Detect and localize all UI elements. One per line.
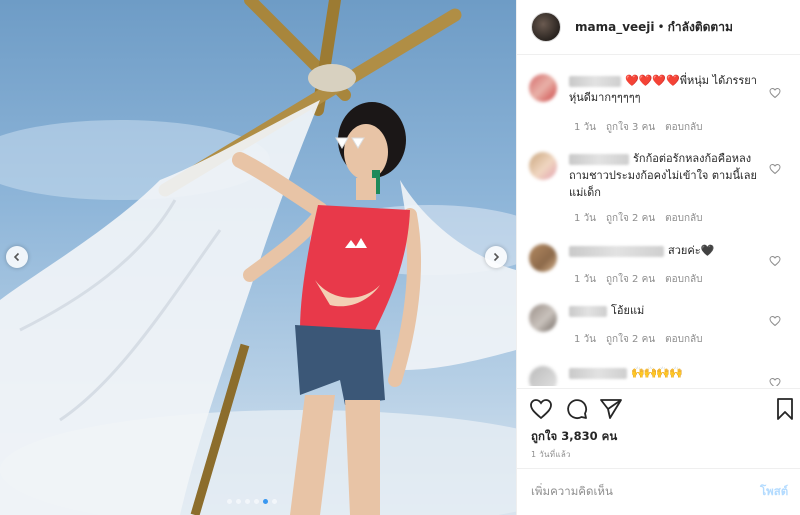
comment-meta: 1 วัน ถูกใจ 3 คน ตอบกลับ <box>574 120 703 135</box>
commenter-name-blurred[interactable] <box>569 153 629 165</box>
heart-icon <box>769 163 781 175</box>
share-button[interactable] <box>599 397 623 421</box>
comment-text-block: ❤️❤️❤️❤️พี่หนุ่ม ได้ภรรยา หุ่นดีมากๆๆๆๆๆ <box>569 72 765 106</box>
comment-meta: 1 วัน ถูกใจ 2 คน ตอบกลับ <box>574 272 703 287</box>
comment-text-block: 🙌🙌🙌🙌 <box>569 364 765 381</box>
heart-icon <box>769 255 781 267</box>
comment-like-button[interactable] <box>769 374 781 386</box>
comment-text: สวยค่ะ🖤 <box>668 244 715 257</box>
heart-icon <box>530 399 552 420</box>
comment-reply-button[interactable]: ตอบกลับ <box>665 332 702 347</box>
carousel-dot <box>272 499 277 504</box>
carousel-dot <box>263 499 268 504</box>
add-comment-input[interactable]: เพิ่มความคิดเห็น <box>531 483 613 501</box>
commenter-avatar[interactable] <box>529 366 557 386</box>
comment-like-button[interactable] <box>769 160 781 175</box>
commenter-avatar[interactable] <box>529 74 557 102</box>
heart-icon <box>769 377 781 386</box>
comment-time[interactable]: 1 วัน <box>574 211 596 226</box>
comment-like-button[interactable] <box>769 252 781 267</box>
comment-likes[interactable]: ถูกใจ 2 คน <box>606 332 655 347</box>
comment-likes[interactable]: ถูกใจ 2 คน <box>606 272 655 287</box>
comment-reply-button[interactable]: ตอบกลับ <box>665 211 702 226</box>
bookmark-icon <box>777 398 793 420</box>
header-separator: • <box>657 20 665 34</box>
username-link[interactable]: mama_veeji <box>575 20 655 34</box>
post-photo[interactable] <box>0 0 516 515</box>
post-actions-bar <box>517 388 800 429</box>
comment-text: โอ้ยแม่ <box>611 304 645 317</box>
comment-likes[interactable]: ถูกใจ 3 คน <box>606 120 655 135</box>
comment-like-button[interactable] <box>769 312 781 327</box>
comment-meta: 1 วัน ถูกใจ 2 คน ตอบกลับ <box>574 332 703 347</box>
chevron-left-icon <box>13 252 20 262</box>
like-count[interactable]: ถูกใจ 3,830 คน <box>531 428 617 446</box>
carousel-dot <box>227 499 232 504</box>
comment-text-block: สวยค่ะ🖤 <box>569 242 765 259</box>
heart-icon <box>769 315 781 327</box>
instagram-post: mama_veeji • กำลังติดตาม ❤️❤️❤️❤️พี่หนุ่… <box>0 0 800 515</box>
commenter-name-blurred[interactable] <box>569 305 607 317</box>
comment-time[interactable]: 1 วัน <box>574 272 596 287</box>
carousel-indicator <box>227 499 277 504</box>
commenter-name-blurred[interactable] <box>569 245 664 257</box>
commenter-avatar[interactable] <box>529 304 557 332</box>
comment-text: 🙌🙌🙌🙌 <box>631 366 683 379</box>
commenter-name-blurred[interactable] <box>569 75 621 87</box>
comment-text-block: รักก้อต่อรักหลงก้อคือหลงถามชาวประมงก้อคง… <box>569 150 765 201</box>
comment-button[interactable] <box>565 397 589 421</box>
avatar[interactable] <box>531 12 561 42</box>
comment-meta: 1 วัน ถูกใจ 2 คน ตอบกลับ <box>574 211 703 226</box>
carousel-dot <box>236 499 241 504</box>
comment-time[interactable]: 1 วัน <box>574 120 596 135</box>
carousel-dot <box>245 499 250 504</box>
post-header: mama_veeji • กำลังติดตาม <box>517 0 800 55</box>
comment-text-block: โอ้ยแม่ <box>569 302 765 319</box>
comment-icon <box>567 399 588 420</box>
save-button[interactable] <box>773 397 797 421</box>
paper-plane-icon <box>600 399 622 419</box>
comment-time[interactable]: 1 วัน <box>574 332 596 347</box>
chevron-right-icon <box>493 252 500 262</box>
carousel-dot <box>254 499 259 504</box>
follow-status-button[interactable]: กำลังติดตาม <box>668 18 733 37</box>
comment-likes[interactable]: ถูกใจ 2 คน <box>606 211 655 226</box>
post-timestamp[interactable]: 1 วันที่แล้ว <box>531 448 571 461</box>
photo-scene <box>0 0 516 515</box>
carousel-prev-button[interactable] <box>6 246 28 268</box>
carousel-next-button[interactable] <box>485 246 507 268</box>
comment-list[interactable]: ❤️❤️❤️❤️พี่หนุ่ม ได้ภรรยา หุ่นดีมากๆๆๆๆๆ… <box>517 56 800 386</box>
like-button[interactable] <box>529 397 553 421</box>
comment-reply-button[interactable]: ตอบกลับ <box>665 120 702 135</box>
add-comment-bar: เพิ่มความคิดเห็น โพสต์ <box>517 468 800 515</box>
comment-like-button[interactable] <box>769 84 781 99</box>
comment-reply-button[interactable]: ตอบกลับ <box>665 272 702 287</box>
commenter-avatar[interactable] <box>529 152 557 180</box>
post-comment-button[interactable]: โพสต์ <box>760 483 788 501</box>
commenter-avatar[interactable] <box>529 244 557 272</box>
heart-icon <box>769 87 781 99</box>
post-info-panel: mama_veeji • กำลังติดตาม ❤️❤️❤️❤️พี่หนุ่… <box>516 0 800 515</box>
commenter-name-blurred[interactable] <box>569 367 627 379</box>
